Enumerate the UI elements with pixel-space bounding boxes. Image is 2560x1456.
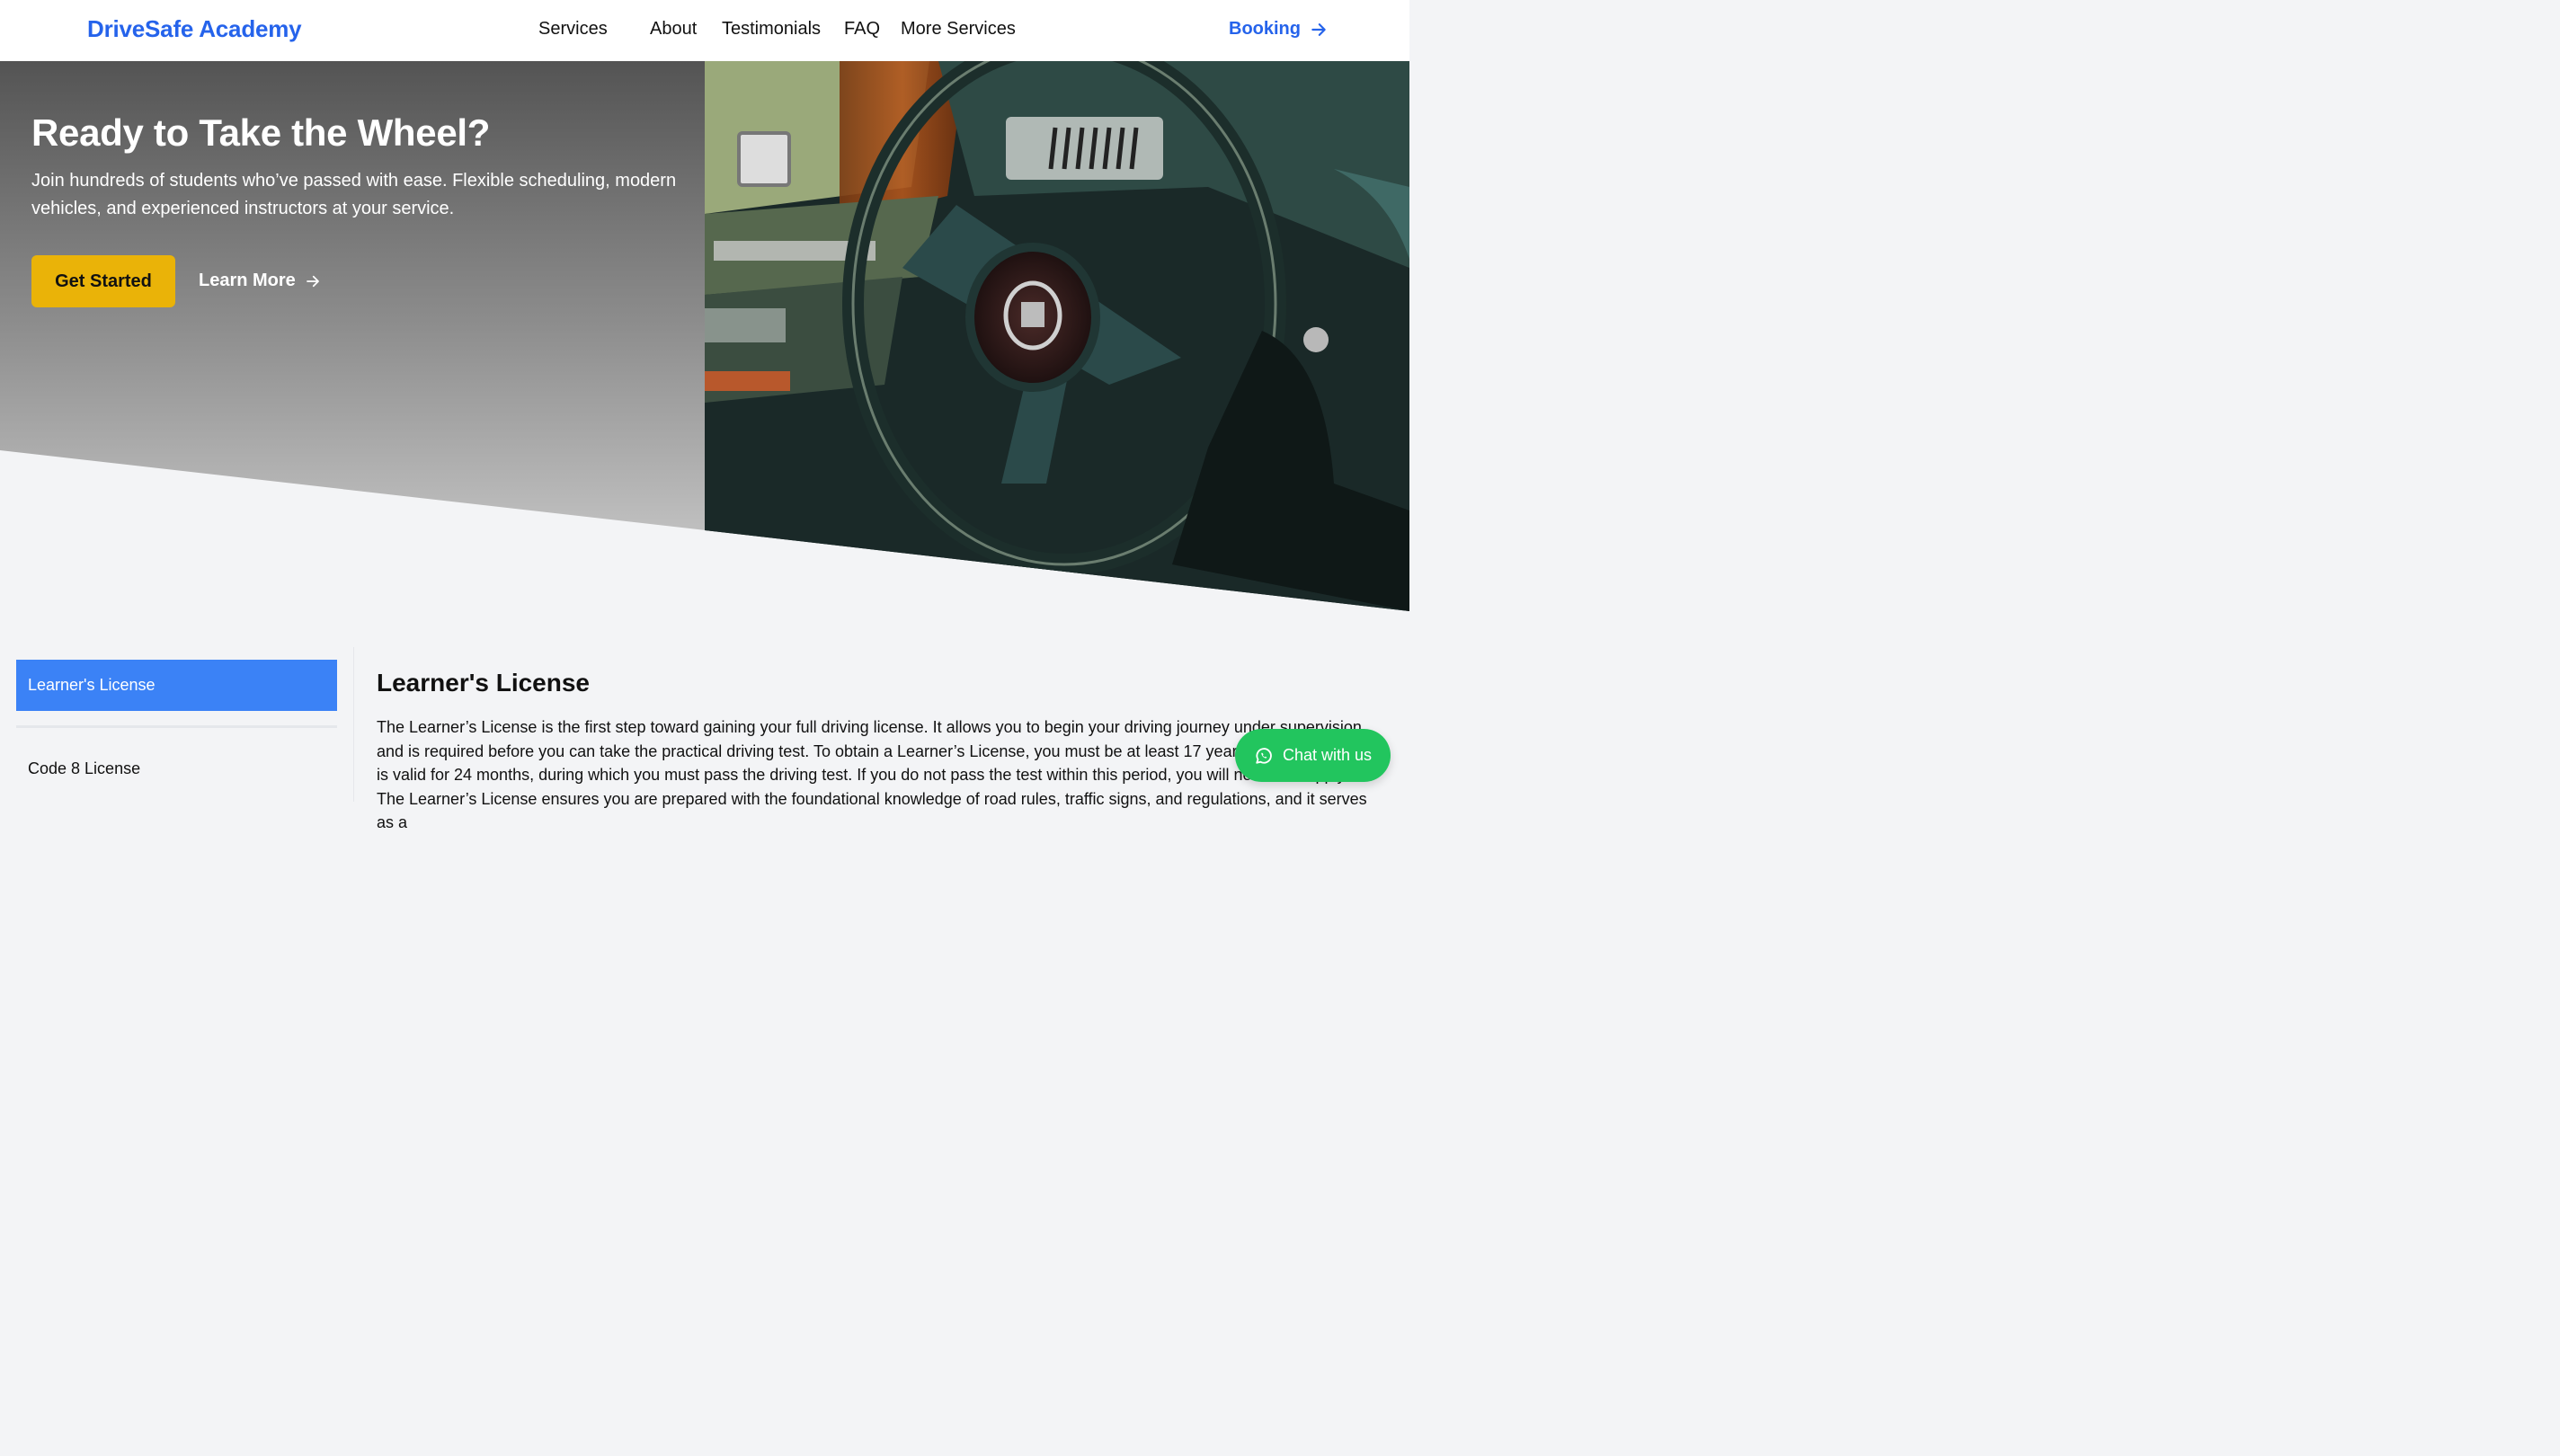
content-title: Learner's License	[377, 669, 591, 697]
hero-subtitle: Join hundreds of students who’ve passed …	[31, 171, 677, 218]
hero-image	[705, 61, 1409, 611]
learn-more-label: Learn More	[199, 271, 296, 290]
chat-label: Chat with us	[1282, 746, 1373, 764]
nav-links: Services About Testimonials FAQ More Ser…	[0, 0, 1409, 61]
booking-link[interactable]: Booking	[1229, 19, 1328, 40]
sidebar-item-learners-license[interactable]: Learner's License	[16, 660, 337, 711]
booking-label: Booking	[1229, 19, 1301, 39]
hero-section: Ready to Take the Wheel? Join hundreds o…	[0, 61, 1409, 636]
nav-link-more-services[interactable]: More Services	[901, 19, 1016, 40]
content-divider	[353, 647, 354, 802]
arrow-right-icon	[306, 275, 319, 287]
learn-more-button[interactable]: Learn More	[199, 271, 321, 291]
nav-link-testimonials[interactable]: Testimonials	[722, 19, 821, 40]
steering-wheel-photo	[705, 61, 1409, 611]
content-body: The Learner’s License is the first step …	[377, 718, 1367, 831]
license-sidebar: Learner's License Code 8 License	[0, 647, 353, 802]
nav-link-services[interactable]: Services	[538, 19, 608, 40]
sidebar-item-code-8-license[interactable]: Code 8 License	[28, 759, 140, 778]
get-started-button[interactable]: Get Started	[31, 255, 175, 307]
arrow-right-icon	[1311, 22, 1326, 36]
sidebar-divider	[16, 725, 337, 728]
hero-title: Ready to Take the Wheel?	[31, 111, 491, 154]
navbar: DriveSafe Academy Services About Testimo…	[0, 0, 1409, 61]
chat-with-us-button[interactable]: Chat with us	[1235, 729, 1391, 782]
whatsapp-icon	[1256, 747, 1272, 764]
nav-link-faq[interactable]: FAQ	[844, 19, 880, 40]
nav-link-about[interactable]: About	[650, 19, 697, 40]
